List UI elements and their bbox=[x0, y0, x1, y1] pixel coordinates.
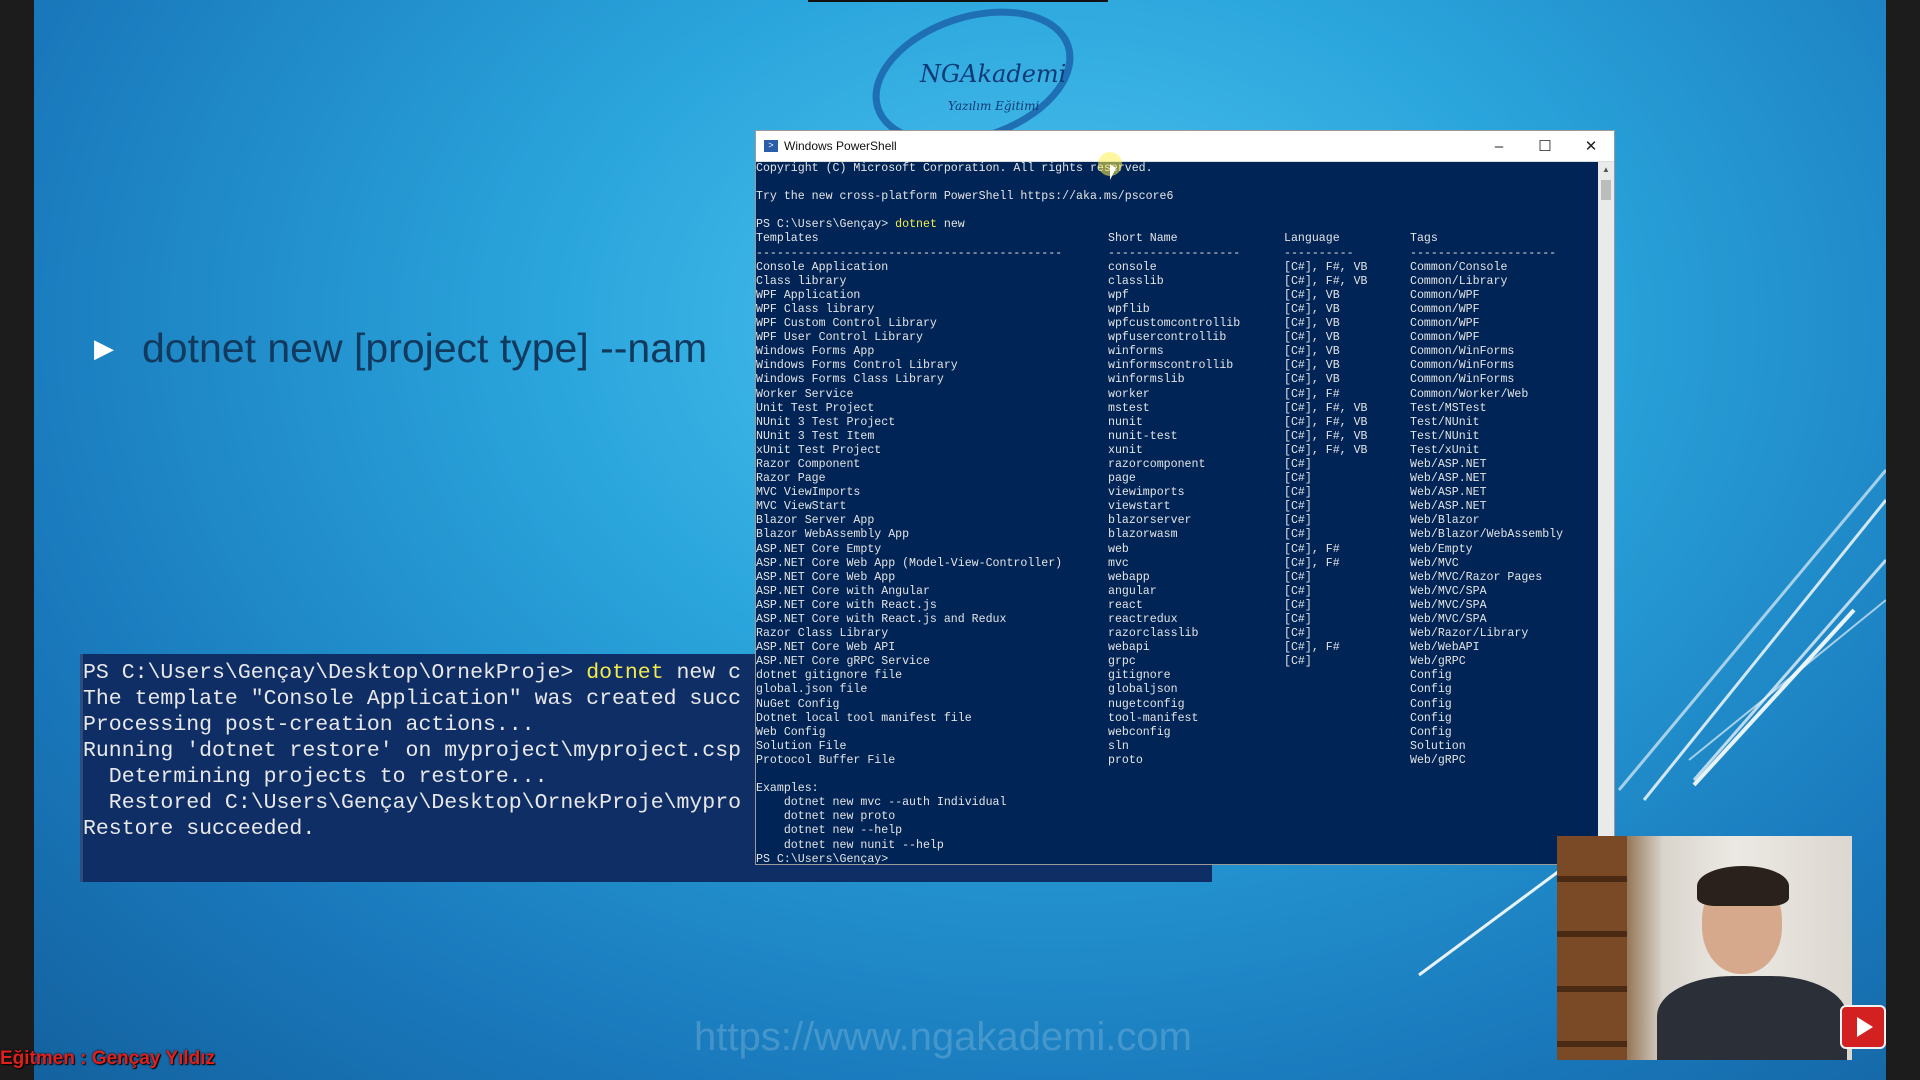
table-row: Razor Class Library razorclasslib [C#] Web/… bbox=[756, 627, 1529, 641]
table-row: Razor Component razorcomponent [C#] Web/ASP… bbox=[756, 457, 1487, 471]
table-row: Windows Forms Control Library winformscon… bbox=[756, 359, 1515, 373]
presenter-hair bbox=[1697, 866, 1789, 906]
table-row: MVC ViewStart viewstart [C#] Web/ASP.NET bbox=[756, 500, 1487, 514]
table-row: Windows Forms App winforms [C#], VB Common/… bbox=[756, 345, 1515, 359]
table-row: ASP.NET Core with React.js and Redux reac… bbox=[756, 613, 1487, 626]
table-row: ASP.NET Core Web App (Model-View-Control… bbox=[756, 556, 1459, 570]
instructor-caption: Eğitmen : Gençay Yıldız bbox=[0, 1048, 216, 1069]
table-row: Solution File sln Solution bbox=[756, 739, 1466, 753]
table-row: WPF User Control Library wpfusercontrolli… bbox=[756, 331, 1480, 345]
command-line: PS C:\Users\Gençay> dotnet new bbox=[756, 218, 1598, 232]
table-row: NUnit 3 Test Item nunit-test [C#], F#, VB T… bbox=[756, 429, 1480, 443]
logo-subtitle: Yazılım Eğitimi bbox=[948, 99, 1039, 113]
bullet-text: dotnet new [project type] --nam bbox=[142, 325, 708, 371]
vertical-scrollbar[interactable]: ▲ bbox=[1598, 162, 1614, 864]
table-row: global.json file globaljson Config bbox=[756, 683, 1452, 697]
close-button[interactable]: ✕ bbox=[1568, 131, 1614, 161]
window-title: Windows PowerShell bbox=[784, 139, 897, 153]
bookshelf bbox=[1557, 836, 1627, 1060]
powershell-icon: > bbox=[764, 140, 778, 152]
table-row: Class library classlib [C#], F#, VB Common/… bbox=[756, 274, 1508, 288]
bullet-item: ▶ dotnet new [project type] --nam bbox=[94, 325, 707, 372]
example-line: dotnet new nunit --help bbox=[756, 838, 944, 852]
table-row: Razor Page page [C#] Web/ASP.NET bbox=[756, 472, 1487, 486]
table-row: ASP.NET Core Empty web [C#], F# Web/Empty bbox=[756, 542, 1473, 556]
template-table: Console Application console [C#], F#, VB Co… bbox=[756, 261, 1598, 768]
table-row: MVC ViewImports viewimports [C#] Web/ASP.NE… bbox=[756, 486, 1487, 500]
minimize-button[interactable]: – bbox=[1476, 131, 1522, 161]
maximize-button[interactable]: ☐ bbox=[1522, 131, 1568, 161]
table-row: ASP.NET Core with Angular angular [C#] Web/… bbox=[756, 584, 1487, 598]
scroll-up-arrow-icon[interactable]: ▲ bbox=[1598, 162, 1614, 178]
examples-list: dotnet new mvc --auth Individual dotnet … bbox=[756, 796, 1598, 852]
console-output[interactable]: Copyright (C) Microsoft Corporation. All… bbox=[756, 162, 1598, 864]
final-prompt[interactable]: PS C:\Users\Gençay> bbox=[756, 853, 1598, 864]
table-row: WPF Custom Control Library wpfcustomcontr… bbox=[756, 317, 1480, 331]
pscore-hint-line: Try the new cross-platform PowerShell ht… bbox=[756, 190, 1174, 204]
table-row: NuGet Config nugetconfig Config bbox=[756, 697, 1452, 711]
examples-label: Examples: bbox=[756, 782, 819, 796]
table-row: WPF Application wpf [C#], VB Common/WPF bbox=[756, 288, 1480, 302]
command-name: dotnet bbox=[895, 218, 937, 232]
table-row: Protocol Buffer File proto Web/gRPC bbox=[756, 753, 1466, 767]
table-row: Web Config webconfig Config bbox=[756, 725, 1452, 739]
table-header: Templates Short Name Language Tags bbox=[756, 232, 1438, 246]
webcam-overlay bbox=[1557, 836, 1852, 1060]
prompt: PS C:\Users\Gençay> bbox=[756, 218, 896, 232]
copyright-line: Copyright (C) Microsoft Corporation. All… bbox=[756, 162, 1153, 175]
example-line: dotnet new mvc --auth Individual bbox=[756, 796, 1007, 810]
table-row: Unit Test Project mstest [C#], F#, VB Test/… bbox=[756, 401, 1487, 415]
table-row: ASP.NET Core Web API webapi [C#], F# Web/We… bbox=[756, 641, 1480, 655]
window-titlebar[interactable]: > Windows PowerShell – ☐ ✕ bbox=[756, 131, 1614, 162]
table-row: ASP.NET Core gRPC Service grpc [C#] Web/gRP… bbox=[756, 655, 1466, 669]
logo-title: NGAkademi bbox=[919, 60, 1066, 88]
table-row: WPF Class library wpflib [C#], VB Common/WP… bbox=[756, 302, 1480, 316]
table-row: Blazor WebAssembly App blazorwasm [C#] Web/… bbox=[756, 528, 1564, 542]
table-row: NUnit 3 Test Project nunit [C#], F#, VB Tes… bbox=[756, 415, 1480, 429]
table-row: dotnet gitignore file gitignore Config bbox=[756, 669, 1452, 683]
presenter-body bbox=[1657, 976, 1847, 1060]
youtube-play-icon[interactable] bbox=[1840, 1005, 1886, 1049]
mouse-cursor-icon bbox=[1110, 164, 1116, 180]
table-row: Console Application console [C#], F#, VB Co… bbox=[756, 260, 1508, 274]
table-separator: ----------------------------------------… bbox=[756, 246, 1557, 260]
example-line: dotnet new --help bbox=[756, 824, 903, 838]
example-line: dotnet new proto bbox=[756, 810, 896, 824]
table-row: Dotnet local tool manifest file tool-mani… bbox=[756, 711, 1452, 725]
table-row: Windows Forms Class Library winformslib [C… bbox=[756, 373, 1515, 387]
table-row: Worker Service worker [C#], F# Common/Worke… bbox=[756, 387, 1529, 401]
command-args: new bbox=[936, 218, 965, 232]
scrollbar-thumb[interactable] bbox=[1601, 180, 1611, 200]
powershell-window[interactable]: > Windows PowerShell – ☐ ✕ Copyright (C)… bbox=[755, 130, 1615, 865]
bullet-arrow-icon: ▶ bbox=[94, 333, 114, 363]
website-watermark: https://www.ngakademi.com bbox=[694, 1015, 1192, 1059]
table-row: ASP.NET Core with React.js react [C#] Web/M… bbox=[756, 598, 1487, 612]
table-row: ASP.NET Core Web App webapp [C#] Web/MVC/Ra… bbox=[756, 570, 1543, 584]
table-row: xUnit Test Project xunit [C#], F#, VB Test/… bbox=[756, 443, 1480, 457]
table-row: Blazor Server App blazorserver [C#] Web/Bla… bbox=[756, 514, 1480, 528]
